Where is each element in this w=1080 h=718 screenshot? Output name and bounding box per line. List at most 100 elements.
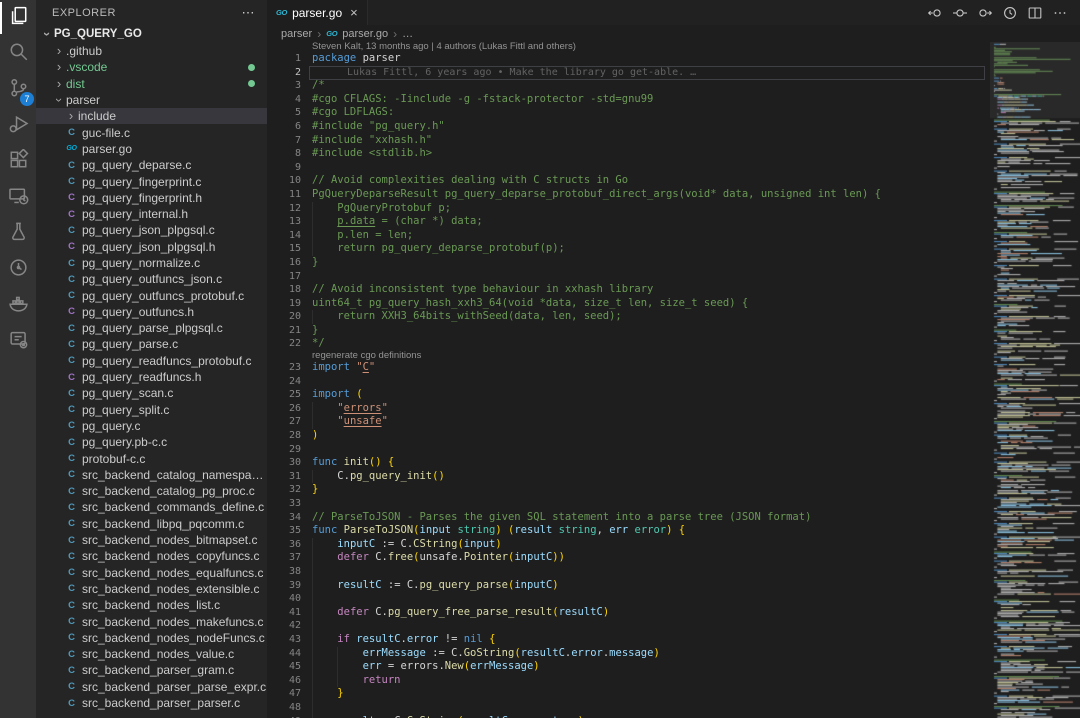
line-number[interactable]: 47 (267, 687, 301, 701)
line-number[interactable]: 16 (267, 256, 301, 270)
tree-item-src_backend_nodes_list.c[interactable]: Csrc_backend_nodes_list.c (36, 597, 267, 613)
code-line-18[interactable]: 18// Avoid inconsistent type behaviour i… (267, 283, 990, 297)
tree-item-src_backend_catalog_pg_proc.c[interactable]: Csrc_backend_catalog_pg_proc.c (36, 483, 267, 499)
line-number[interactable]: 2 (267, 66, 301, 80)
line-number[interactable]: 41 (267, 606, 301, 620)
tree-item-pg_query_parse.c[interactable]: Cpg_query_parse.c (36, 336, 267, 352)
line-number[interactable]: 48 (267, 701, 301, 715)
code-line-1[interactable]: 1package parser (267, 52, 990, 66)
code-line-43[interactable]: 43 if resultC.error != nil { (267, 633, 990, 647)
line-number[interactable]: 3 (267, 79, 301, 93)
code-line-48[interactable]: 48 (267, 701, 990, 715)
line-number[interactable]: 25 (267, 388, 301, 402)
code-line-19[interactable]: 19uint64_t pg_query_hash_xxh3_64(void *d… (267, 297, 990, 311)
code-line-15[interactable]: 15 return pg_query_deparse_protobuf(p); (267, 242, 990, 256)
code-line-6[interactable]: 6#include "pg_query.h" (267, 120, 990, 134)
codelens[interactable]: Steven Kalt, 13 months ago | 4 authors (… (267, 42, 990, 52)
code-line-3[interactable]: 3/* (267, 79, 990, 93)
tree-item-pg_query_split.c[interactable]: Cpg_query_split.c (36, 402, 267, 418)
tree-item-pg_query_parse_plpgsql.c[interactable]: Cpg_query_parse_plpgsql.c (36, 320, 267, 336)
line-number[interactable]: 29 (267, 443, 301, 457)
code-line-10[interactable]: 10// Avoid complexities dealing with C s… (267, 174, 990, 188)
token[interactable]: errors (344, 402, 382, 414)
code-line-47[interactable]: 47 } (267, 687, 990, 701)
activitybar-explorer[interactable] (0, 0, 36, 36)
line-number[interactable]: 15 (267, 242, 301, 256)
codelens[interactable]: regenerate cgo definitions (267, 351, 990, 361)
code-line-42[interactable]: 42 (267, 619, 990, 633)
code-line-26[interactable]: 26 "errors" (267, 402, 990, 416)
tree-item-dist[interactable]: ›dist (36, 76, 267, 92)
code-line-13[interactable]: 13 p.data = (char *) data; (267, 215, 990, 229)
code-line-41[interactable]: 41 defer C.pg_query_free_parse_result(re… (267, 606, 990, 620)
tree-item-pg_query_json_plpgsql.h[interactable]: Cpg_query_json_plpgsql.h (36, 239, 267, 255)
tree-item-pg_query_scan.c[interactable]: Cpg_query_scan.c (36, 385, 267, 401)
code-line-9[interactable]: 9 (267, 161, 990, 175)
tree-item-protobuf-c.c[interactable]: Cprotobuf-c.c (36, 450, 267, 466)
line-number[interactable]: 19 (267, 297, 301, 311)
code-line-27[interactable]: 27 "unsafe" (267, 415, 990, 429)
file-history-icon[interactable] (997, 0, 1022, 25)
line-number[interactable]: 32 (267, 483, 301, 497)
tree-item-.github[interactable]: ›.github (36, 43, 267, 59)
line-number[interactable]: 46 (267, 674, 301, 688)
code-line-28[interactable]: 28) (267, 429, 990, 443)
tree-item-pg_query_readfuncs.h[interactable]: Cpg_query_readfuncs.h (36, 369, 267, 385)
line-number[interactable]: 26 (267, 402, 301, 416)
activitybar-docker[interactable] (0, 288, 36, 324)
line-number[interactable]: 30 (267, 456, 301, 470)
line-number[interactable]: 33 (267, 497, 301, 511)
line-number[interactable]: 12 (267, 202, 301, 216)
tree-item-src_backend_parser_gram.c[interactable]: Csrc_backend_parser_gram.c (36, 662, 267, 678)
line-number[interactable]: 4 (267, 93, 301, 107)
tree-item-pg_query_normalize.c[interactable]: Cpg_query_normalize.c (36, 255, 267, 271)
token[interactable]: p.data (337, 215, 375, 227)
line-number[interactable]: 13 (267, 215, 301, 229)
tab-parser-go[interactable]: GO parser.go × (267, 0, 368, 25)
code-line-16[interactable]: 16} (267, 256, 990, 270)
tree-item-src_backend_nodes_extensible.c[interactable]: Csrc_backend_nodes_extensible.c (36, 581, 267, 597)
tree-item-.vscode[interactable]: ›.vscode (36, 59, 267, 75)
more-actions-icon[interactable]: ⋯ (242, 5, 256, 21)
code-editor[interactable]: Steven Kalt, 13 months ago | 4 authors (… (267, 42, 990, 718)
activitybar-source-control[interactable]: 7 (0, 72, 36, 108)
code-line-40[interactable]: 40 (267, 592, 990, 606)
line-number[interactable]: 37 (267, 551, 301, 565)
tree-item-src_backend_nodes_copyfuncs.c[interactable]: Csrc_backend_nodes_copyfuncs.c (36, 548, 267, 564)
code-line-30[interactable]: 30func init() { (267, 456, 990, 470)
tree-item-src_backend_catalog_namespace.c[interactable]: Csrc_backend_catalog_namespace.c (36, 467, 267, 483)
tree-item-src_backend_nodes_bitmapset.c[interactable]: Csrc_backend_nodes_bitmapset.c (36, 532, 267, 548)
code-line-17[interactable]: 17 (267, 270, 990, 284)
tree-item-pg_query_internal.h[interactable]: Cpg_query_internal.h (36, 206, 267, 222)
line-number[interactable]: 38 (267, 565, 301, 579)
activitybar-gitlens[interactable] (0, 252, 36, 288)
code-line-22[interactable]: 22*/ (267, 337, 990, 351)
line-number[interactable]: 7 (267, 134, 301, 148)
code-line-34[interactable]: 34// ParseToJSON - Parses the given SQL … (267, 511, 990, 525)
tree-item-src_backend_nodes_value.c[interactable]: Csrc_backend_nodes_value.c (36, 646, 267, 662)
tree-item-pg_query_fingerprint.h[interactable]: Cpg_query_fingerprint.h (36, 190, 267, 206)
tree-item-pg_query_readfuncs_protobuf.c[interactable]: Cpg_query_readfuncs_protobuf.c (36, 353, 267, 369)
line-number[interactable]: 18 (267, 283, 301, 297)
code-line-33[interactable]: 33 (267, 497, 990, 511)
code-line-35[interactable]: 35func ParseToJSON(input string) (result… (267, 524, 990, 538)
code-line-20[interactable]: 20 return XXH3_64bits_withSeed(data, len… (267, 310, 990, 324)
tree-item-pg_query.c[interactable]: Cpg_query.c (36, 418, 267, 434)
code-line-46[interactable]: 46 return (267, 674, 990, 688)
activitybar-gitlens-inspect[interactable] (0, 324, 36, 360)
tree-item-src_backend_nodes_equalfuncs.c[interactable]: Csrc_backend_nodes_equalfuncs.c (36, 565, 267, 581)
line-number[interactable]: 17 (267, 270, 301, 284)
tree-item-guc-file.c[interactable]: Cguc-file.c (36, 124, 267, 140)
code-line-12[interactable]: 12 PgQueryProtobuf p; (267, 202, 990, 216)
line-number[interactable]: 27 (267, 415, 301, 429)
activitybar-extensions[interactable] (0, 144, 36, 180)
tree-item-src_backend_nodes_makefuncs.c[interactable]: Csrc_backend_nodes_makefuncs.c (36, 613, 267, 629)
tree-item-pg_query_outfuncs_json.c[interactable]: Cpg_query_outfuncs_json.c (36, 271, 267, 287)
line-number[interactable]: 8 (267, 147, 301, 161)
minimap[interactable] (990, 42, 1080, 718)
code-line-8[interactable]: 8#include <stdlib.h> (267, 147, 990, 161)
breadcrumb-file[interactable]: parser.go (342, 28, 388, 40)
line-number[interactable]: 44 (267, 647, 301, 661)
line-number[interactable]: 36 (267, 538, 301, 552)
line-number[interactable]: 40 (267, 592, 301, 606)
